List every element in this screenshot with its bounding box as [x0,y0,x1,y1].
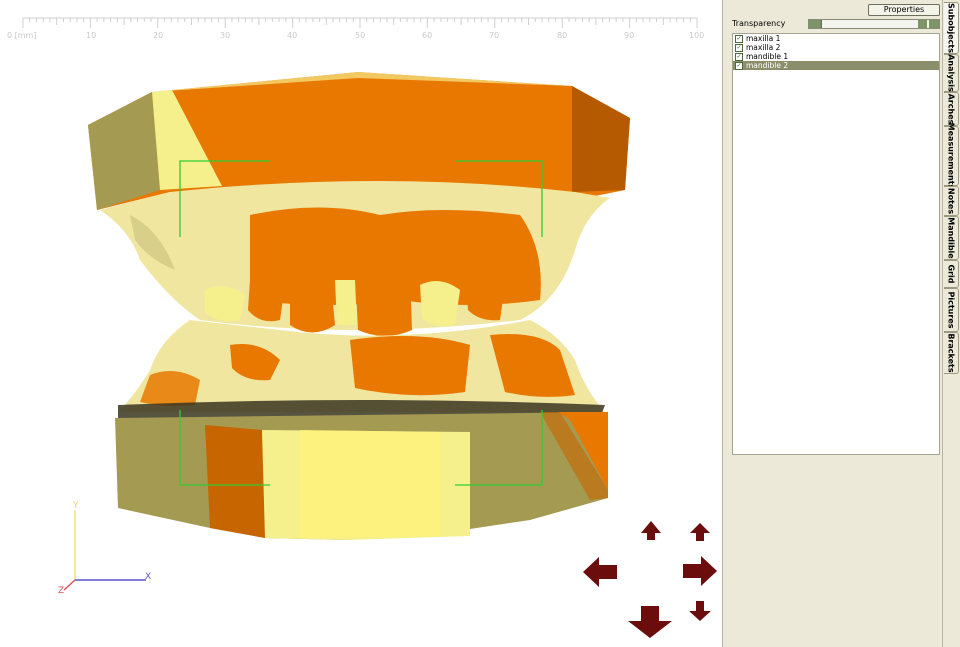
axis-y-label: Y [73,501,79,511]
slider-thumb[interactable] [918,20,927,28]
slider-left-arrow-icon[interactable] [809,20,822,28]
tab-brackets[interactable]: Brackets [944,332,959,374]
mandible-base [115,412,608,540]
tab-mandible[interactable]: Mandible [944,216,959,260]
nav-down-small-arrow-icon[interactable] [688,600,712,622]
nav-right-arrow-icon[interactable] [682,555,718,587]
axis-indicator [63,510,146,591]
checkbox[interactable]: ✓ [735,44,743,52]
mandible-gums [118,320,605,424]
transparency-slider[interactable] [808,19,940,29]
axis-x-label: X [145,572,152,582]
list-item[interactable]: ✓ maxilla 2 [733,43,939,52]
transparency-label: Transparency [732,19,786,28]
slider-right-arrow-icon[interactable] [929,20,939,28]
list-item-label: maxilla 1 [746,34,781,43]
checkbox[interactable]: ✓ [735,53,743,61]
list-item-label: mandible 1 [746,52,789,61]
list-item-label: mandible 2 [746,61,789,70]
nav-down-arrow-icon[interactable] [627,605,673,639]
tab-arches[interactable]: Arches [944,92,959,126]
tab-grid[interactable]: Grid [944,260,959,288]
properties-button[interactable]: Properties [868,4,940,16]
tab-pictures[interactable]: Pictures [944,288,959,332]
list-item-selected[interactable]: ✓ mandible 2 [733,61,939,70]
checkbox[interactable]: ✓ [735,35,743,43]
nav-left-arrow-icon[interactable] [583,556,619,588]
3d-viewport[interactable]: 0 [mm] 10 20 30 40 50 60 70 80 90 100 Y … [0,0,722,647]
subobject-list: ✓ maxilla 1 ✓ maxilla 2 ✓ mandible 1 ✓ mandi… [732,33,940,455]
nav-up-small-arrow-icon[interactable] [689,523,711,543]
list-item[interactable]: ✓ maxilla 1 [733,34,939,43]
axis-z-label: Z [58,586,65,596]
nav-up-arrow-icon[interactable] [640,521,662,541]
list-item-label: maxilla 2 [746,43,781,52]
checkbox[interactable]: ✓ [735,62,743,70]
vertical-tab-bar: Subobjects Analysis Arches Measurements … [942,0,960,647]
tab-analysis[interactable]: Analysis [944,54,959,92]
tab-subobjects[interactable]: Subobjects [944,2,959,54]
properties-panel: Properties Transparency ✓ maxilla 1 ✓ maxi… [728,0,942,647]
tab-measurements[interactable]: Measurements [944,123,959,189]
tab-notes[interactable]: Notes [944,186,959,216]
list-item[interactable]: ✓ mandible 1 [733,52,939,61]
